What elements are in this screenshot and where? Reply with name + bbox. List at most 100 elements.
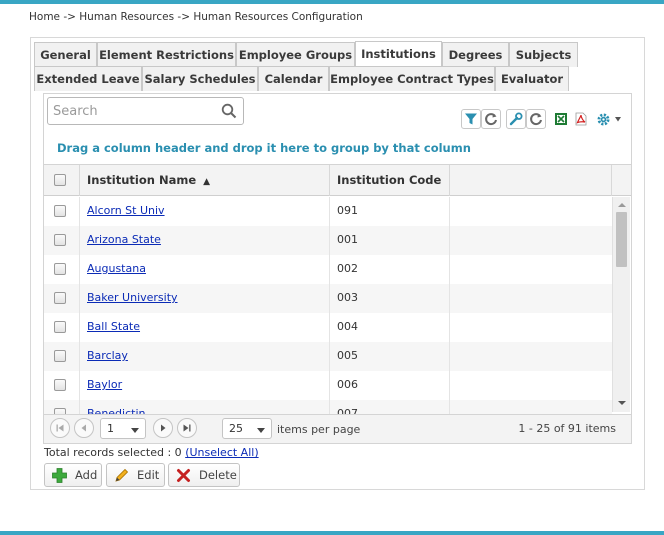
wrench-icon (509, 112, 523, 126)
institution-name-link[interactable]: Barclay (87, 349, 128, 362)
institution-name-link[interactable]: Ball State (87, 320, 140, 333)
selected-count-text: Total records selected : 0 (44, 446, 182, 459)
selection-info: Total records selected : 0 (Unselect All… (44, 446, 259, 459)
add-icon (52, 468, 67, 483)
sort-ascending-icon: ▲ (203, 177, 211, 187)
row-checkbox[interactable] (54, 234, 66, 246)
column-header-empty (450, 165, 612, 196)
settings-menu-button[interactable] (591, 109, 627, 129)
group-drop-hint: Drag a column header and drop it here to… (57, 141, 471, 155)
current-page-value: 1 (107, 422, 114, 435)
page-number-select[interactable]: 1 (100, 418, 146, 439)
page-size-value: 25 (229, 422, 243, 435)
bottom-accent-bar (0, 531, 664, 535)
institution-code: 002 (337, 262, 358, 275)
table-row: Baylor 006 (44, 371, 612, 400)
tab-institutions[interactable]: Institutions (355, 41, 442, 67)
page-size-select[interactable]: 25 (222, 418, 272, 439)
select-all-checkbox[interactable] (54, 174, 66, 186)
pdf-export-button[interactable] (571, 109, 591, 129)
previous-page-button[interactable] (74, 418, 94, 438)
scroll-up-arrow-icon[interactable] (618, 203, 626, 207)
last-page-icon (183, 424, 191, 432)
unselect-all-link[interactable]: (Unselect All) (185, 446, 258, 459)
table-row: Arizona State 001 (44, 226, 612, 255)
scrollbar-thumb[interactable] (616, 212, 627, 267)
add-label: Add (75, 468, 98, 482)
previous-page-icon (81, 424, 86, 432)
chevron-down-icon (131, 428, 139, 433)
tab-salary-schedules[interactable]: Salary Schedules (142, 66, 258, 91)
tab-element-restrictions[interactable]: Element Restrictions (97, 42, 236, 67)
add-button[interactable]: Add (44, 463, 102, 487)
refresh-filter-button[interactable] (481, 109, 501, 129)
items-per-page-label: items per page (277, 423, 361, 436)
tab-employee-groups[interactable]: Employee Groups (236, 42, 355, 67)
row-checkbox[interactable] (54, 321, 66, 333)
refresh-icon (485, 113, 497, 126)
filter-button[interactable] (461, 109, 481, 129)
column-header-institution-code[interactable]: Institution Code (330, 165, 450, 196)
table-row: Ball State 004 (44, 313, 612, 342)
vertical-scrollbar[interactable] (612, 197, 630, 412)
table-row: Baker University 003 (44, 284, 612, 313)
breadcrumb: Home -> Human Resources -> Human Resourc… (29, 11, 363, 23)
column-settings-button[interactable] (506, 109, 526, 129)
delete-label: Delete (199, 468, 237, 482)
search-input[interactable] (53, 102, 218, 120)
institution-code: 003 (337, 291, 358, 304)
edit-label: Edit (137, 468, 160, 482)
last-page-button[interactable] (177, 418, 197, 438)
row-checkbox[interactable] (54, 263, 66, 275)
institution-name-link[interactable]: Alcorn St Univ (87, 204, 165, 217)
tab-calendar[interactable]: Calendar (258, 66, 329, 91)
delete-x-icon (177, 469, 190, 482)
institution-name-label: Institution Name (87, 173, 197, 187)
edit-button[interactable]: Edit (106, 463, 165, 487)
tab-degrees[interactable]: Degrees (442, 42, 509, 67)
filter-icon (465, 113, 477, 125)
pager-info: 1 - 25 of 91 items (518, 422, 616, 435)
search-box (47, 97, 244, 125)
institution-code: 091 (337, 204, 358, 217)
grid-body: Alcorn St Univ 091 Arizona State 001 Aug… (44, 197, 612, 415)
tab-employee-contract-types[interactable]: Employee Contract Types (329, 66, 495, 91)
institution-code: 006 (337, 378, 358, 391)
institution-code: 001 (337, 233, 358, 246)
column-header-institution-name[interactable]: Institution Name ▲ (80, 165, 330, 196)
institution-code: 005 (337, 349, 358, 362)
institution-name-link[interactable]: Baylor (87, 378, 122, 391)
first-page-button[interactable] (50, 418, 70, 438)
tab-subjects[interactable]: Subjects (509, 42, 578, 67)
institution-name-link[interactable]: Baker University (87, 291, 178, 304)
reset-button[interactable] (526, 109, 546, 129)
tab-general[interactable]: General (34, 42, 97, 67)
excel-export-button[interactable] (551, 109, 571, 129)
scroll-down-arrow-icon[interactable] (618, 401, 626, 405)
delete-button[interactable]: Delete (168, 463, 240, 487)
table-row: Alcorn St Univ 091 (44, 197, 612, 226)
row-checkbox[interactable] (54, 379, 66, 391)
tab-evaluator[interactable]: Evaluator (495, 66, 569, 91)
next-page-button[interactable] (153, 418, 173, 438)
next-page-icon (161, 424, 166, 432)
tab-extended-leave[interactable]: Extended Leave (34, 66, 142, 91)
row-checkbox[interactable] (54, 205, 66, 217)
search-icon[interactable] (221, 103, 237, 119)
pencil-icon (115, 468, 129, 482)
institution-name-link[interactable]: Augustana (87, 262, 146, 275)
grid-header: Institution Name ▲ Institution Code (44, 164, 631, 196)
reset-icon (530, 113, 542, 126)
chevron-down-icon (615, 117, 621, 122)
top-accent-bar (0, 0, 664, 4)
row-checkbox[interactable] (54, 292, 66, 304)
select-all-cell (44, 165, 80, 196)
pdf-export-icon (575, 112, 587, 126)
chevron-down-icon (257, 428, 265, 433)
settings-gear-icon (597, 112, 610, 126)
table-row: Barclay 005 (44, 342, 612, 371)
row-checkbox[interactable] (54, 350, 66, 362)
table-row: Benedictin 007 (44, 400, 612, 415)
institution-code: 004 (337, 320, 358, 333)
institution-name-link[interactable]: Arizona State (87, 233, 161, 246)
